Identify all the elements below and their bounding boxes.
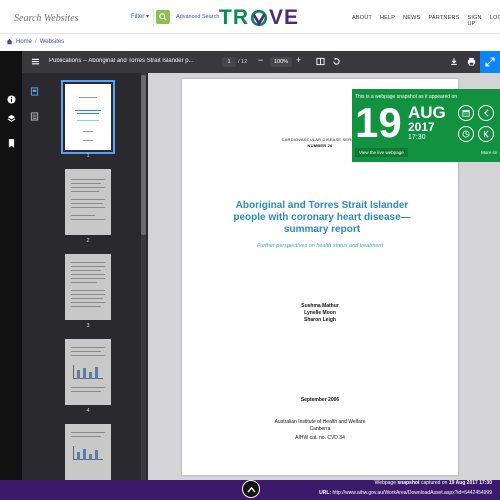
print-icon[interactable]	[467, 57, 476, 68]
author: Lynelle Moon	[304, 310, 336, 316]
thumbnails-view-icon[interactable]	[30, 83, 40, 96]
snapshot-widget: This is a webpage snapshot as it appeare…	[352, 89, 500, 162]
nav-sign-up[interactable]: SIGN UP	[467, 15, 481, 27]
thumbnail-sidebar: 1 2 3 4	[22, 73, 148, 480]
fit-page-icon[interactable]	[316, 57, 325, 68]
breadcrumb-separator: /	[35, 38, 37, 45]
nav-partners[interactable]: PARTNERS	[428, 15, 459, 27]
layers-icon[interactable]	[6, 113, 16, 123]
nav-help[interactable]: HELP	[380, 15, 395, 27]
title-line: Aboriginal and Torres Strait Islander	[235, 200, 409, 211]
chevron-up-icon	[246, 486, 256, 493]
publisher-line: Australian Institute of Health and Welfa…	[274, 419, 366, 425]
zoom-level[interactable]: 100%	[270, 57, 292, 67]
filter-label: Filter	[131, 14, 145, 20]
top-nav: ABOUT HELP NEWS PARTNERS SIGN UP LOGIN	[352, 15, 500, 27]
thumbnail-label: 4	[86, 408, 90, 414]
footer-date: 19 Aug 2017 17:30	[448, 480, 492, 486]
clock-icon	[462, 130, 470, 138]
snapshot-day: 19	[355, 99, 402, 146]
author: Sharon Leigh	[304, 317, 336, 323]
expand-icon	[485, 57, 495, 67]
chevron-left-icon	[483, 109, 489, 117]
calendar-button[interactable]	[458, 105, 474, 121]
nav-about[interactable]: ABOUT	[352, 15, 372, 27]
pdf-toolbar: Publications -- Aboriginal and Torres St…	[22, 51, 500, 73]
title-line: summary report	[283, 224, 361, 235]
breadcrumb-home[interactable]: Home	[16, 39, 32, 45]
page-thumbnail-3[interactable]	[65, 254, 111, 320]
fullscreen-button[interactable]	[480, 51, 500, 73]
advanced-search-link[interactable]: Advanced Search	[176, 14, 219, 20]
filter-dropdown[interactable]: Filter ▾	[131, 13, 149, 20]
first-snapshot-button[interactable]	[478, 126, 494, 142]
nav-login[interactable]: LOGIN	[490, 15, 500, 27]
chevron-first-icon	[483, 130, 489, 138]
snapshot-month: AUG	[408, 103, 446, 122]
footer-snapshot-info: Webpage snapshot captured on 19 Aug 2017…	[375, 480, 492, 486]
publisher-line: AIHW cat. no. CVD 34	[295, 435, 345, 441]
site-header: Filter ▾ Advanced Search TR VE ABOUT HEL…	[0, 0, 500, 34]
footer-prefix: Webpage	[374, 480, 396, 486]
history-button[interactable]	[458, 126, 474, 142]
previous-snapshot-button[interactable]	[478, 105, 494, 121]
scrollbar-thumb[interactable]	[141, 75, 146, 235]
document-subtitle: Further perspectives on health status an…	[257, 243, 383, 249]
download-icon[interactable]	[450, 57, 458, 68]
search-icon	[159, 13, 167, 21]
zoom-out-button[interactable]: −	[258, 56, 263, 65]
publisher-line: Canberra	[309, 426, 331, 432]
sidebar-toggle-icon[interactable]	[31, 57, 40, 68]
trove-logo-mark	[250, 9, 268, 27]
page-thumbnail-5[interactable]	[65, 424, 111, 480]
footer-mid: captured on	[421, 480, 448, 486]
breadcrumb-websites[interactable]: Websites	[40, 39, 65, 45]
search-input[interactable]	[8, 9, 128, 28]
footer-url-value[interactable]: http://www.aihw.gov.au/WorkArea/Download…	[333, 490, 493, 496]
thumbnail-label: 1	[86, 153, 90, 159]
zoom-in-button[interactable]: +	[296, 56, 301, 65]
snapshot-footer: Webpage snapshot captured on 19 Aug 2017…	[0, 480, 500, 500]
nav-news[interactable]: NEWS	[403, 15, 420, 27]
expand-footer-button[interactable]	[242, 480, 260, 498]
more-snapshots-link[interactable]: More sn	[481, 150, 497, 155]
footer-snapshot-word: snapshot	[397, 480, 420, 486]
rotate-icon[interactable]	[332, 57, 341, 68]
thumbnail-label: 2	[86, 238, 90, 244]
page-total: / 12	[238, 59, 248, 65]
page-number-input[interactable]: 1	[222, 57, 236, 67]
footer-url-label: URL:	[319, 490, 332, 496]
search-button[interactable]	[156, 10, 170, 24]
thumbnail-label: 3	[86, 323, 90, 329]
snapshot-year: 2017	[408, 120, 435, 134]
breadcrumb: Home / Websites	[6, 38, 64, 45]
snapshot-time: 17:30	[408, 134, 426, 141]
outline-view-icon[interactable]	[30, 108, 40, 121]
left-rail	[0, 51, 22, 480]
document-title-heading: Aboriginal and Torres Strait Islander pe…	[222, 200, 422, 236]
document-title: Publications -- Aboriginal and Torres St…	[49, 58, 194, 64]
page-thumbnail-2[interactable]	[65, 169, 111, 235]
view-live-webpage-button[interactable]: View the live webpage	[355, 148, 408, 157]
trove-logo[interactable]: TR VE	[219, 6, 299, 30]
home-icon	[6, 38, 13, 45]
page-thumbnail-1[interactable]	[61, 80, 115, 154]
sidebar-scrollbar[interactable]	[141, 73, 146, 480]
title-line: people with coronary heart disease—	[233, 212, 411, 223]
bookmark-icon[interactable]	[6, 138, 16, 148]
info-icon[interactable]	[6, 94, 16, 104]
calendar-icon	[462, 110, 470, 117]
footer-url: URL: http://www.aihw.gov.au/WorkArea/Dow…	[319, 490, 492, 496]
publication-date: September 2006	[300, 397, 340, 403]
author: Sushma Mathur	[301, 303, 339, 309]
chevron-down-icon: ▾	[146, 14, 150, 20]
page-thumbnail-4[interactable]	[65, 339, 111, 405]
